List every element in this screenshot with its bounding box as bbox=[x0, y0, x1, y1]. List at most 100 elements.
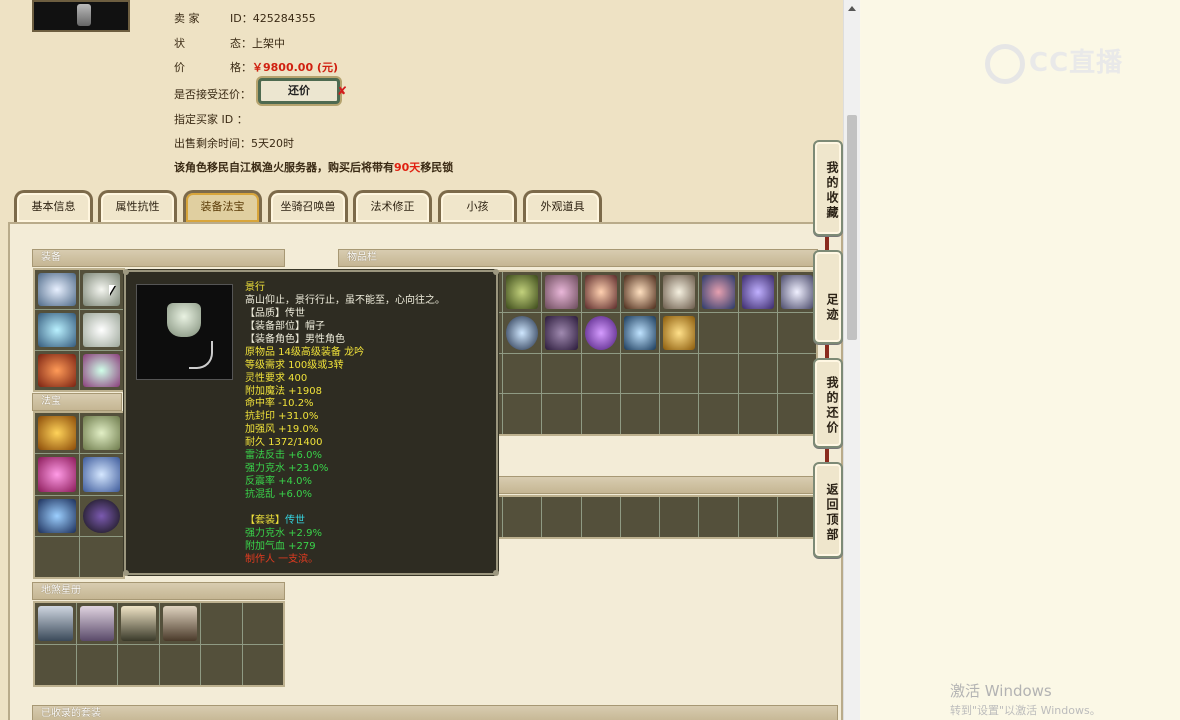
fabao-grid bbox=[33, 411, 125, 579]
storage-slot[interactable] bbox=[503, 497, 542, 537]
inventory-slot[interactable] bbox=[738, 394, 777, 434]
inventory-slot[interactable] bbox=[620, 353, 660, 394]
fabao-slot[interactable] bbox=[35, 454, 79, 495]
item-bonus: 强力克水 +23.0% bbox=[245, 463, 329, 475]
tooltip-blank bbox=[245, 502, 445, 515]
inventory-slot[interactable] bbox=[542, 353, 581, 394]
disha-slot[interactable] bbox=[159, 644, 200, 685]
vertical-scrollbar[interactable] bbox=[843, 0, 860, 720]
scroll-thumb[interactable] bbox=[847, 115, 857, 340]
character-thumbnail[interactable] bbox=[32, 0, 130, 32]
price-value: ￥9800.00 (元) bbox=[252, 61, 338, 74]
inventory-slot[interactable] bbox=[542, 312, 581, 353]
inventory-slot[interactable] bbox=[699, 312, 738, 353]
inventory-slot[interactable] bbox=[503, 394, 542, 434]
price-label2: 格： bbox=[230, 61, 252, 74]
back-to-top-button[interactable]: 返回顶部 bbox=[813, 462, 843, 558]
fabao-slot[interactable] bbox=[79, 536, 123, 577]
inventory-slot[interactable] bbox=[620, 272, 660, 312]
time-left-value: 5天20时 bbox=[251, 137, 294, 150]
inventory-slot[interactable] bbox=[699, 394, 738, 434]
fabao-slot[interactable] bbox=[79, 454, 123, 495]
storage-slot[interactable] bbox=[660, 497, 699, 537]
storage-slot[interactable] bbox=[620, 497, 660, 537]
inventory-slot[interactable] bbox=[699, 272, 738, 312]
inventory-slot[interactable] bbox=[503, 312, 542, 353]
disha-slot[interactable] bbox=[242, 603, 283, 644]
disha-slot[interactable] bbox=[242, 644, 283, 685]
disha-slot[interactable] bbox=[201, 603, 242, 644]
fabao-slot[interactable] bbox=[35, 495, 79, 536]
inventory-slot[interactable] bbox=[660, 312, 699, 353]
storage-slot[interactable] bbox=[777, 497, 816, 537]
storage-slot[interactable] bbox=[738, 497, 777, 537]
inventory-slot[interactable] bbox=[660, 394, 699, 434]
empty-side-area bbox=[861, 0, 1180, 720]
equip-slot[interactable] bbox=[79, 350, 123, 390]
equip-slot[interactable] bbox=[35, 270, 79, 310]
disha-slot[interactable] bbox=[35, 644, 76, 685]
inventory-slot[interactable] bbox=[581, 353, 620, 394]
mouse-cursor-icon bbox=[109, 285, 115, 295]
side-connector bbox=[825, 448, 829, 462]
inventory-slot[interactable] bbox=[620, 312, 660, 353]
inventory-slot[interactable] bbox=[699, 353, 738, 394]
equip-slot[interactable] bbox=[79, 310, 123, 350]
fabao-slot[interactable] bbox=[79, 495, 123, 536]
storage-grid bbox=[462, 495, 818, 539]
equip-slot[interactable] bbox=[35, 310, 79, 350]
disha-slot[interactable] bbox=[35, 603, 76, 644]
item-name: 景行 bbox=[245, 282, 265, 293]
inventory-slot[interactable] bbox=[777, 353, 816, 394]
fabao-slot[interactable] bbox=[79, 413, 123, 454]
tab-children[interactable]: 小孩 bbox=[438, 190, 517, 222]
migration-text: 该角色移民自江枫渔火服务器，购买后将带有 bbox=[174, 161, 394, 174]
inventory-slot[interactable] bbox=[738, 312, 777, 353]
item-bonus: 雷法反击 +6.0% bbox=[245, 450, 322, 462]
disha-slot[interactable] bbox=[159, 603, 200, 644]
inventory-slot[interactable] bbox=[777, 312, 816, 353]
inventory-slot[interactable] bbox=[542, 394, 581, 434]
storage-slot[interactable] bbox=[581, 497, 620, 537]
disha-slot[interactable] bbox=[118, 603, 159, 644]
tab-basic-info[interactable]: 基本信息 bbox=[14, 190, 93, 222]
seller-id: 425284355 bbox=[252, 12, 316, 25]
storage-slot[interactable] bbox=[699, 497, 738, 537]
equip-slot[interactable] bbox=[35, 350, 79, 390]
fabao-slot[interactable] bbox=[35, 413, 79, 454]
disha-slot[interactable] bbox=[76, 603, 117, 644]
my-favorites-button[interactable]: 我的收藏 bbox=[813, 140, 843, 236]
disha-slot[interactable] bbox=[201, 644, 242, 685]
item-bonus: 反震率 +4.0% bbox=[245, 476, 312, 488]
equip-slot[interactable] bbox=[79, 270, 123, 310]
tab-appearance[interactable]: 外观道具 bbox=[523, 190, 602, 222]
disha-slot[interactable] bbox=[118, 644, 159, 685]
inventory-slot[interactable] bbox=[503, 272, 542, 312]
inventory-slot[interactable] bbox=[660, 272, 699, 312]
status-value: 上架中 bbox=[252, 37, 285, 50]
inventory-slot[interactable] bbox=[503, 353, 542, 394]
inventory-slot[interactable] bbox=[620, 394, 660, 434]
my-counter-offers-button[interactable]: 我的还价 bbox=[813, 358, 843, 448]
tab-attributes[interactable]: 属性抗性 bbox=[98, 190, 177, 222]
tab-mounts-pets[interactable]: 坐骑召唤兽 bbox=[268, 190, 348, 222]
tab-spell-mods[interactable]: 法术修正 bbox=[353, 190, 432, 222]
disha-slot[interactable] bbox=[76, 644, 117, 685]
inventory-slot[interactable] bbox=[581, 312, 620, 353]
inventory-slot[interactable] bbox=[581, 272, 620, 312]
inventory-slot[interactable] bbox=[542, 272, 581, 312]
footprint-button[interactable]: 足迹 bbox=[813, 250, 843, 344]
inventory-slot[interactable] bbox=[777, 272, 816, 312]
storage-slot[interactable] bbox=[542, 497, 581, 537]
tab-equipment[interactable]: 装备法宝 bbox=[183, 190, 262, 222]
inventory-slot[interactable] bbox=[738, 353, 777, 394]
scroll-up-icon[interactable] bbox=[848, 6, 856, 11]
inventory-slot[interactable] bbox=[777, 394, 816, 434]
inventory-slot[interactable] bbox=[738, 272, 777, 312]
counter-offer-button[interactable]: 还价 bbox=[258, 78, 340, 104]
inventory-slot[interactable] bbox=[581, 394, 620, 434]
counter-offer-label: 是否接受还价： bbox=[174, 88, 251, 101]
item-stat: 原物品 14级高级装备 龙吟 bbox=[245, 346, 365, 358]
fabao-slot[interactable] bbox=[35, 536, 79, 577]
inventory-slot[interactable] bbox=[660, 353, 699, 394]
